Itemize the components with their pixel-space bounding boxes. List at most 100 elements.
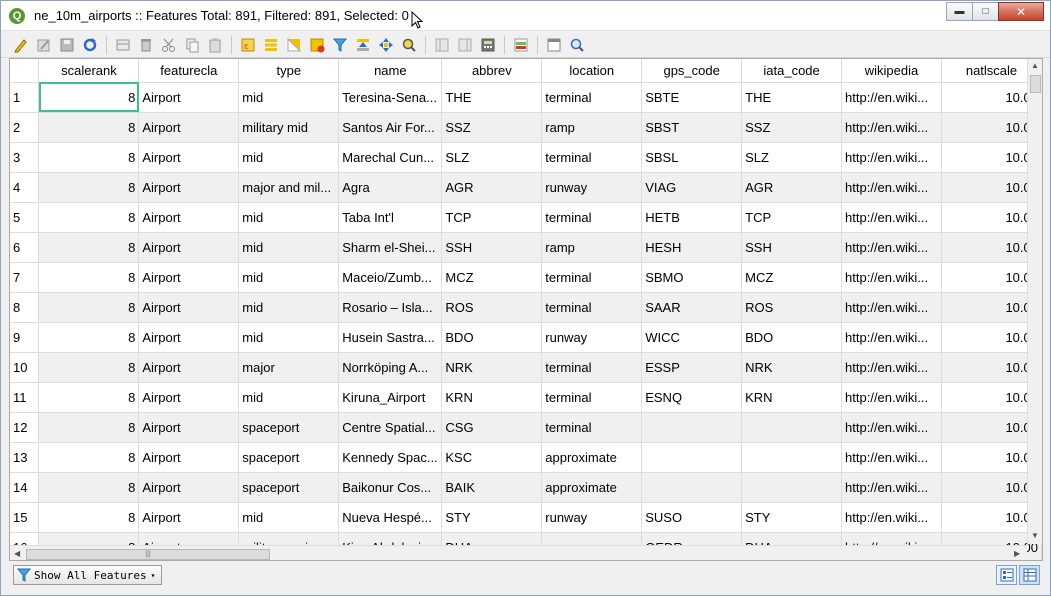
toggle-editing-icon[interactable] (11, 35, 31, 55)
cell-wikipedia[interactable]: http://en.wiki... (841, 112, 942, 143)
cell-featurecla[interactable]: Airport (138, 262, 240, 293)
column-header-featurecla[interactable]: featurecla (138, 59, 240, 83)
cell-name[interactable]: Kiruna_Airport (338, 382, 443, 413)
cell-location[interactable]: terminal (541, 202, 643, 233)
row-number[interactable]: 13 (10, 442, 40, 473)
cell-gps_code[interactable] (641, 412, 743, 443)
cell-name[interactable]: Sharm el-Shei... (338, 232, 443, 263)
cell-type[interactable]: mid (238, 142, 340, 173)
cell-wikipedia[interactable]: http://en.wiki... (841, 232, 942, 263)
column-header-location[interactable]: location (541, 59, 643, 83)
add-feature-icon[interactable] (113, 35, 133, 55)
table-row[interactable]: 14 8 Airport spaceport Baikonur Cos... BAIK ap… (10, 472, 1042, 503)
actions-icon[interactable] (567, 35, 587, 55)
cell-wikipedia[interactable]: http://en.wiki... (841, 142, 942, 173)
cell-featurecla[interactable]: Airport (138, 412, 240, 443)
cell-iata_code[interactable]: MCZ (741, 262, 843, 293)
cell-wikipedia[interactable]: http://en.wiki... (841, 442, 942, 473)
cell-scalerank[interactable]: 8 (38, 292, 140, 323)
cell-gps_code[interactable]: SBMO (641, 262, 743, 293)
cell-location[interactable]: terminal (541, 82, 643, 113)
cell-gps_code[interactable]: WICC (641, 322, 743, 353)
cell-iata_code[interactable]: TCP (741, 202, 843, 233)
cell-gps_code[interactable]: SBST (641, 112, 743, 143)
cell-type[interactable]: spaceport (238, 412, 340, 443)
cell-name[interactable]: Taba Int'l (338, 202, 443, 233)
horizontal-scrollbar[interactable]: ◀ ||| ▶ (10, 545, 1027, 560)
cell-type[interactable]: mid (238, 232, 340, 263)
row-number[interactable]: 8 (10, 292, 40, 323)
row-number[interactable]: 1 (10, 82, 40, 113)
cell-location[interactable]: approximate (541, 472, 643, 503)
row-number[interactable]: 2 (10, 112, 40, 143)
cell-name[interactable]: Nueva Hespé... (338, 502, 443, 533)
table-row[interactable]: 4 8 Airport major and mil... Agra AGR runway VI… (10, 172, 1042, 203)
cell-wikipedia[interactable]: http://en.wiki... (841, 412, 942, 443)
cell-wikipedia[interactable]: http://en.wiki... (841, 172, 942, 203)
show-all-features-button[interactable]: Show All Features ▾ (13, 565, 163, 585)
cell-name[interactable]: Husein Sastra... (338, 322, 443, 353)
cell-type[interactable]: military mid (238, 112, 340, 143)
filter-selection-icon[interactable] (330, 35, 350, 55)
scroll-left-icon[interactable]: ◀ (14, 549, 20, 558)
cell-abbrev[interactable]: BDO (441, 322, 543, 353)
cell-iata_code[interactable]: KRN (741, 382, 843, 413)
cell-featurecla[interactable]: Airport (138, 442, 240, 473)
cell-location[interactable]: terminal (541, 142, 643, 173)
form-view-button[interactable] (996, 565, 1017, 585)
cell-wikipedia[interactable]: http://en.wiki... (841, 472, 942, 503)
cell-abbrev[interactable]: SSH (441, 232, 543, 263)
cell-location[interactable]: terminal (541, 262, 643, 293)
minimize-button[interactable]: ▬ (946, 2, 973, 21)
cell-scalerank[interactable]: 8 (38, 352, 140, 383)
cell-scalerank[interactable]: 8 (38, 412, 140, 443)
cell-iata_code[interactable]: NRK (741, 352, 843, 383)
cell-scalerank[interactable]: 8 (38, 382, 140, 413)
cell-featurecla[interactable]: Airport (138, 382, 240, 413)
row-number[interactable]: 9 (10, 322, 40, 353)
zoom-to-selection-icon[interactable] (399, 35, 419, 55)
cell-scalerank[interactable]: 8 (38, 262, 140, 293)
cell-iata_code[interactable]: STY (741, 502, 843, 533)
cell-location[interactable]: runway (541, 172, 643, 203)
cell-featurecla[interactable]: Airport (138, 232, 240, 263)
cell-type[interactable]: mid (238, 82, 340, 113)
table-row[interactable]: 3 8 Airport mid Marechal Cun... SLZ terminal SB… (10, 142, 1042, 173)
table-view-button[interactable] (1019, 565, 1040, 585)
cell-scalerank[interactable]: 8 (38, 142, 140, 173)
table-row[interactable]: 1 8 Airport mid Teresina-Sena... THE terminal S… (10, 82, 1042, 113)
cell-iata_code[interactable]: ROS (741, 292, 843, 323)
cell-scalerank[interactable]: 8 (38, 502, 140, 533)
cell-gps_code[interactable]: SAAR (641, 292, 743, 323)
cell-featurecla[interactable]: Airport (138, 502, 240, 533)
cell-iata_code[interactable] (741, 412, 843, 443)
table-row[interactable]: 8 8 Airport mid Rosario – Isla... ROS terminal… (10, 292, 1042, 323)
cell-type[interactable]: major and mil... (238, 172, 340, 203)
table-row[interactable]: 5 8 Airport mid Taba Int'l TCP terminal HETB TCP… (10, 202, 1042, 233)
cell-featurecla[interactable]: Airport (138, 82, 240, 113)
cell-type[interactable]: mid (238, 382, 340, 413)
cell-featurecla[interactable]: Airport (138, 292, 240, 323)
cell-scalerank[interactable]: 8 (38, 442, 140, 473)
row-number[interactable]: 4 (10, 172, 40, 203)
table-row[interactable]: 15 8 Airport mid Nueva Hespé... STY runway SUSO… (10, 502, 1042, 533)
cell-iata_code[interactable] (741, 442, 843, 473)
cell-wikipedia[interactable]: http://en.wiki... (841, 382, 942, 413)
cell-abbrev[interactable]: SSZ (441, 112, 543, 143)
cell-abbrev[interactable]: CSG (441, 412, 543, 443)
new-field-icon[interactable] (432, 35, 452, 55)
cell-location[interactable]: ramp (541, 232, 643, 263)
cell-gps_code[interactable]: ESNQ (641, 382, 743, 413)
cell-location[interactable]: terminal (541, 352, 643, 383)
cell-name[interactable]: Maceio/Zumb... (338, 262, 443, 293)
multi-edit-icon[interactable] (34, 35, 54, 55)
cell-iata_code[interactable]: SSZ (741, 112, 843, 143)
cell-gps_code[interactable]: SBSL (641, 142, 743, 173)
table-row[interactable]: 10 8 Airport major Norrköping A... NRK termina… (10, 352, 1042, 383)
column-header-iata_code[interactable]: iata_code (741, 59, 843, 83)
cell-gps_code[interactable]: HESH (641, 232, 743, 263)
table-row[interactable]: 6 8 Airport mid Sharm el-Shei... SSH ramp HESH S… (10, 232, 1042, 263)
row-number[interactable]: 6 (10, 232, 40, 263)
dock-table-icon[interactable] (544, 35, 564, 55)
cell-name[interactable]: Marechal Cun... (338, 142, 443, 173)
